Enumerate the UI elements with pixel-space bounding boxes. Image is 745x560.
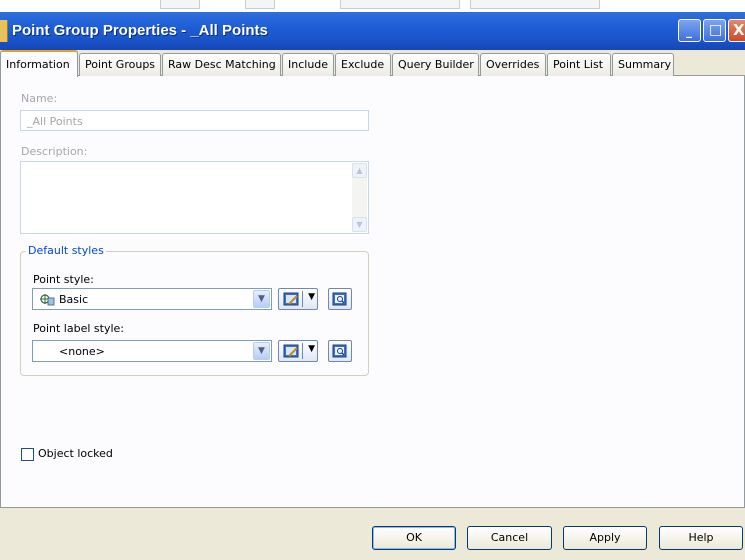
title-bar[interactable]: Point Group Properties - _All Points _ □… — [0, 12, 745, 50]
description-scrollbar[interactable]: ▲ ▼ — [352, 163, 367, 232]
tab-point-list[interactable]: Point List — [547, 53, 611, 76]
tab-summary[interactable]: Summary — [612, 53, 674, 76]
tab-query-builder[interactable]: Query Builder — [392, 53, 479, 76]
cancel-button[interactable]: Cancel — [467, 526, 552, 550]
app-icon — [0, 20, 8, 42]
dropdown-arrow-icon: ▼ — [308, 292, 315, 302]
background-toolbar-button — [160, 0, 200, 9]
point-label-style-label: Point label style: — [33, 322, 124, 335]
chevron-down-icon[interactable]: ▼ — [253, 290, 270, 308]
background-toolbar-button — [340, 0, 460, 9]
close-button[interactable]: X — [728, 19, 745, 42]
background-toolbar-strip — [0, 0, 745, 12]
scroll-down-arrow-icon[interactable]: ▼ — [352, 217, 367, 232]
dialog-body: Information Point Groups Raw Desc Matchi… — [0, 50, 745, 560]
button-bar: OK Cancel Apply Help — [0, 508, 745, 560]
tab-exclude[interactable]: Exclude — [335, 53, 391, 76]
magnifier-icon — [332, 344, 347, 358]
apply-button[interactable]: Apply — [563, 526, 647, 550]
point-label-style-value: <none> — [59, 345, 105, 358]
minimize-button[interactable]: _ — [678, 19, 701, 42]
point-style-label: Point style: — [33, 273, 94, 286]
help-button[interactable]: Help — [659, 526, 743, 550]
edit-point-style-button[interactable]: ▼ — [278, 288, 318, 310]
chevron-down-icon[interactable]: ▼ — [253, 342, 270, 360]
preview-point-style-button[interactable] — [328, 288, 352, 310]
object-locked-label[interactable]: Object locked — [38, 447, 113, 460]
dropdown-arrow-icon: ▼ — [308, 344, 315, 354]
description-label: Description: — [21, 145, 88, 158]
ok-button[interactable]: OK — [372, 526, 456, 550]
scroll-up-arrow-icon[interactable]: ▲ — [352, 163, 367, 178]
edit-style-icon — [283, 292, 299, 306]
object-locked-checkbox[interactable] — [21, 448, 34, 461]
tab-overrides[interactable]: Overrides — [480, 53, 546, 76]
tab-point-groups[interactable]: Point Groups — [79, 53, 161, 76]
edit-point-label-style-button[interactable]: ▼ — [278, 340, 318, 362]
tab-include[interactable]: Include — [282, 53, 334, 76]
point-style-select[interactable]: Basic ▼ — [32, 288, 272, 310]
name-label: Name: — [21, 92, 58, 105]
default-styles-legend: Default styles — [26, 244, 106, 257]
point-label-style-select[interactable]: <none> ▼ — [32, 340, 272, 362]
preview-point-label-style-button[interactable] — [328, 340, 352, 362]
name-field-value: _All Points — [27, 115, 83, 128]
minimize-icon: _ — [686, 24, 692, 38]
maximize-icon: □ — [709, 22, 723, 38]
tab-raw-desc-matching[interactable]: Raw Desc Matching — [162, 53, 281, 76]
close-icon: X — [733, 21, 745, 39]
background-toolbar-button — [245, 0, 275, 9]
background-toolbar-button — [470, 0, 600, 9]
edit-style-icon — [283, 344, 299, 358]
maximize-button[interactable]: □ — [703, 19, 726, 42]
description-field[interactable]: ▲ ▼ — [20, 161, 369, 234]
point-style-value: Basic — [59, 293, 89, 306]
magnifier-icon — [332, 292, 347, 306]
point-style-icon — [40, 294, 55, 306]
tab-information[interactable]: Information — [0, 50, 78, 77]
name-field[interactable]: _All Points — [20, 110, 369, 131]
window-title: Point Group Properties - _All Points — [12, 22, 268, 39]
information-panel: Name: _All Points Description: ▲ ▼ Defau… — [0, 76, 745, 508]
tab-strip: Information Point Groups Raw Desc Matchi… — [0, 50, 745, 77]
